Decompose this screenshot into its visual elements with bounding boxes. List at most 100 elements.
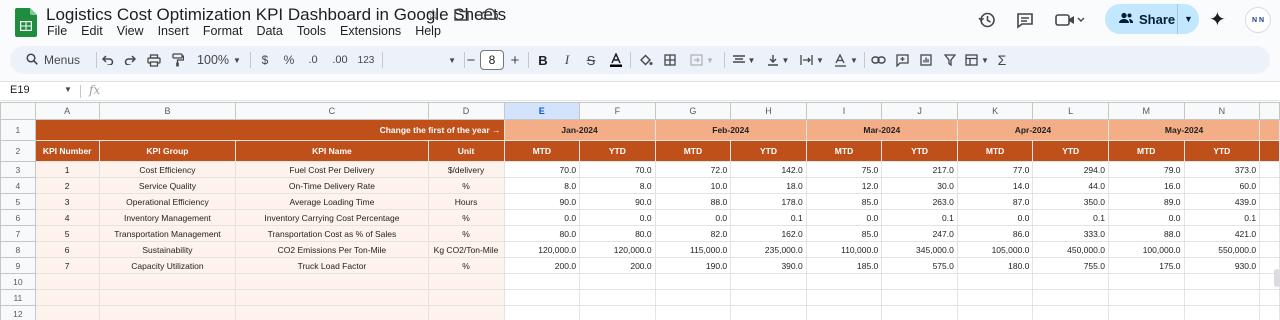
month-header-partial[interactable]	[1259, 119, 1280, 141]
value-cell[interactable]: 180.0	[956, 257, 1034, 274]
period-header-ytd[interactable]: YTD	[1183, 140, 1261, 162]
value-cell[interactable]: 333.0	[1032, 225, 1109, 242]
fill-color-icon[interactable]	[636, 46, 656, 74]
grid-cell[interactable]	[579, 273, 656, 290]
value-cell[interactable]: 72.0	[654, 161, 732, 178]
text-wrapping-icon[interactable]: ▼	[796, 46, 828, 74]
value-cell[interactable]: 10.0	[654, 177, 732, 194]
strikethrough-icon[interactable]: S	[582, 46, 600, 74]
period-header-ytd[interactable]: YTD	[1032, 140, 1109, 162]
vertical-scrollbar[interactable]	[1274, 269, 1280, 287]
column-header-f[interactable]: F	[579, 102, 656, 120]
value-cell[interactable]: 345,000.0	[881, 241, 958, 258]
column-header-h[interactable]: H	[730, 102, 807, 120]
value-cell[interactable]: 235,000.0	[730, 241, 807, 258]
grid-cell[interactable]	[1259, 225, 1280, 242]
name-box-chevron-down-icon[interactable]: ▼	[64, 85, 72, 94]
value-cell[interactable]: 575.0	[881, 257, 958, 274]
grid-cell[interactable]	[579, 305, 656, 320]
grid-cell[interactable]	[1259, 305, 1280, 320]
grid-cell[interactable]	[98, 305, 237, 320]
row-header[interactable]: 3	[0, 161, 36, 178]
value-cell[interactable]: 80.0	[579, 225, 656, 242]
star-icon[interactable]: ☆	[424, 5, 442, 23]
insert-comment-icon[interactable]	[892, 46, 912, 74]
grid-cell[interactable]	[956, 289, 1034, 306]
month-header[interactable]: Feb-2024	[654, 119, 807, 141]
grid-cell[interactable]	[1183, 273, 1261, 290]
grid-cell[interactable]	[1259, 177, 1280, 194]
row-header[interactable]: 10	[0, 273, 36, 290]
value-cell[interactable]: 217.0	[881, 161, 958, 178]
value-cell[interactable]: 350.0	[1032, 193, 1109, 210]
value-cell[interactable]: 30.0	[881, 177, 958, 194]
increase-font-size-icon[interactable]: +	[507, 46, 523, 74]
kpi-group-cell[interactable]: Service Quality	[98, 177, 237, 194]
month-header[interactable]: Apr-2024	[956, 119, 1109, 141]
kpi-group-cell[interactable]: Operational Efficiency	[98, 193, 237, 210]
column-title[interactable]: KPI Group	[98, 140, 237, 162]
value-cell[interactable]: 0.1	[1183, 209, 1261, 226]
value-cell[interactable]: 755.0	[1032, 257, 1109, 274]
grid-cell[interactable]	[1183, 305, 1261, 320]
increase-decimal-button[interactable]: .00	[328, 46, 352, 74]
menu-format[interactable]: Format	[196, 23, 250, 39]
name-box[interactable]: E19	[10, 84, 30, 96]
value-cell[interactable]: 247.0	[881, 225, 958, 242]
value-cell[interactable]: 86.0	[956, 225, 1034, 242]
unit-cell[interactable]: %	[427, 257, 505, 274]
grid-cell[interactable]	[1032, 289, 1109, 306]
move-folder-icon[interactable]	[452, 5, 470, 23]
comments-icon[interactable]	[1013, 8, 1037, 32]
value-cell[interactable]: 142.0	[730, 161, 807, 178]
grid-cell[interactable]	[881, 289, 958, 306]
format-currency-button[interactable]: $	[256, 46, 274, 74]
kpi-number-cell[interactable]: 6	[34, 241, 100, 258]
column-header-j[interactable]: J	[881, 102, 958, 120]
decrease-font-size-icon[interactable]: −	[464, 46, 478, 74]
share-button[interactable]: Share ▼	[1105, 4, 1199, 34]
grid-cell[interactable]	[1183, 289, 1261, 306]
row-header[interactable]: 1	[0, 119, 36, 141]
row-header[interactable]: 11	[0, 289, 36, 306]
filter-icon[interactable]	[940, 46, 960, 74]
grid-cell[interactable]	[427, 305, 505, 320]
column-header-e[interactable]: E	[503, 102, 581, 120]
kpi-number-cell[interactable]: 2	[34, 177, 100, 194]
decrease-decimal-button[interactable]: .0	[302, 46, 324, 74]
row-header[interactable]: 12	[0, 305, 36, 320]
value-cell[interactable]: 80.0	[503, 225, 581, 242]
value-cell[interactable]: 0.0	[805, 209, 883, 226]
grid-cell[interactable]	[579, 289, 656, 306]
unit-cell[interactable]: %	[427, 225, 505, 242]
month-header[interactable]: Jan-2024	[503, 119, 656, 141]
kpi-name-cell[interactable]: Truck Load Factor	[235, 257, 429, 274]
grid-cell[interactable]	[730, 305, 807, 320]
redo-icon[interactable]	[120, 46, 140, 74]
value-cell[interactable]: 110,000.0	[805, 241, 883, 258]
value-cell[interactable]: 16.0	[1107, 177, 1185, 194]
value-cell[interactable]: 930.0	[1183, 257, 1261, 274]
column-header-b[interactable]: B	[98, 102, 237, 120]
grid-cell[interactable]	[1107, 273, 1185, 290]
grid-cell[interactable]	[1259, 161, 1280, 178]
menu-data[interactable]: Data	[249, 23, 289, 39]
value-cell[interactable]: 12.0	[805, 177, 883, 194]
column-header-extra[interactable]	[1259, 102, 1280, 120]
grid-cell[interactable]	[427, 273, 505, 290]
column-header-i[interactable]: I	[805, 102, 883, 120]
grid-cell[interactable]	[654, 289, 732, 306]
value-cell[interactable]: 85.0	[805, 193, 883, 210]
period-header-mtd[interactable]: MTD	[654, 140, 732, 162]
kpi-group-cell[interactable]: Transportation Management	[98, 225, 237, 242]
grid-cell[interactable]	[654, 305, 732, 320]
menu-view[interactable]: View	[110, 23, 151, 39]
value-cell[interactable]: 120,000.0	[503, 241, 581, 258]
grid-cell[interactable]	[956, 305, 1034, 320]
value-cell[interactable]: 0.0	[503, 209, 581, 226]
value-cell[interactable]: 14.0	[956, 177, 1034, 194]
zoom-select[interactable]: 100% ▼	[194, 46, 244, 74]
kpi-group-cell[interactable]: Cost Efficiency	[98, 161, 237, 178]
value-cell[interactable]: 0.0	[1107, 209, 1185, 226]
value-cell[interactable]: 0.1	[730, 209, 807, 226]
